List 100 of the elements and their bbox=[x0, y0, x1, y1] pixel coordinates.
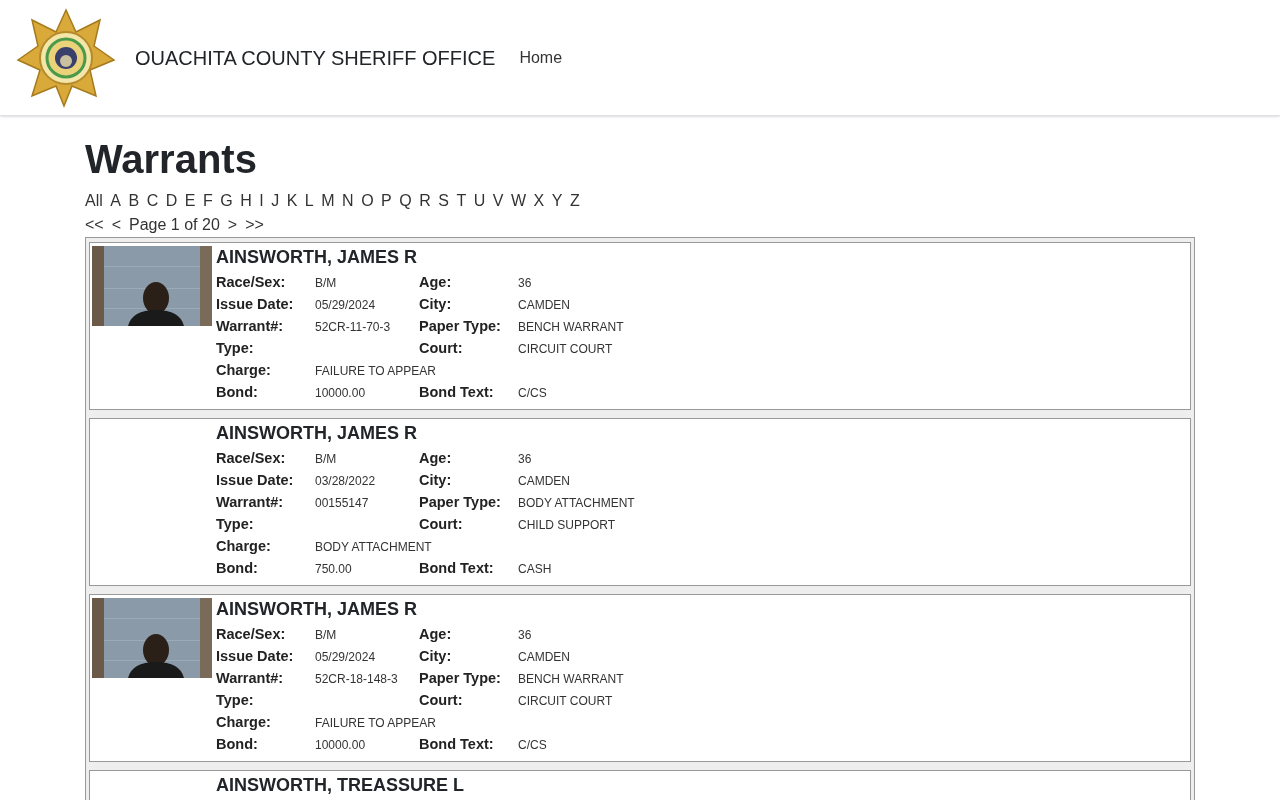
person-name: AINSWORTH, JAMES R bbox=[216, 246, 418, 268]
letter-link[interactable]: F bbox=[202, 189, 213, 213]
field-value: FAILURE TO APPEAR bbox=[315, 364, 436, 378]
field-value: C/CS bbox=[518, 738, 547, 752]
letter-link[interactable]: N bbox=[342, 189, 354, 213]
field-label: Type: bbox=[216, 692, 254, 709]
field-value: BODY ATTACHMENT bbox=[315, 540, 432, 554]
field-label: Court: bbox=[419, 692, 463, 709]
field-label: City: bbox=[419, 648, 452, 665]
field-label: Age: bbox=[419, 274, 452, 291]
field-label: Issue Date: bbox=[216, 472, 294, 489]
letter-link[interactable]: R bbox=[419, 189, 431, 213]
field-label: Type: bbox=[216, 516, 254, 533]
previous-page-link[interactable]: < bbox=[111, 213, 122, 237]
field-value: CIRCUIT COURT bbox=[518, 342, 613, 356]
person-name: AINSWORTH, TREASSURE L bbox=[216, 774, 464, 796]
letter-link[interactable]: I bbox=[259, 189, 264, 213]
field-label: City: bbox=[419, 296, 452, 313]
field-value: BODY ATTACHMENT bbox=[518, 496, 635, 510]
field-value: B/M bbox=[315, 452, 337, 466]
field-value: 36 bbox=[518, 628, 532, 642]
letter-link[interactable]: B bbox=[128, 189, 140, 213]
letter-link[interactable]: J bbox=[271, 189, 280, 213]
field-label: Court: bbox=[419, 516, 463, 533]
field-value: 10000.00 bbox=[315, 386, 366, 400]
field-label: Issue Date: bbox=[216, 648, 294, 665]
field-label: Warrant#: bbox=[216, 494, 284, 511]
field-value: 750.00 bbox=[315, 562, 352, 576]
person-name: AINSWORTH, JAMES R bbox=[216, 598, 418, 620]
letter-link[interactable]: W bbox=[510, 189, 527, 213]
letter-link[interactable]: X bbox=[533, 189, 545, 213]
field-value: CASH bbox=[518, 562, 552, 576]
field-label: Bond Text: bbox=[419, 736, 494, 753]
field-label: Bond: bbox=[216, 736, 258, 753]
field-value: B/M bbox=[315, 628, 337, 642]
field-value: 10000.00 bbox=[315, 738, 366, 752]
field-value: 36 bbox=[518, 452, 532, 466]
field-label: Type: bbox=[216, 340, 254, 357]
field-label: Bond Text: bbox=[419, 384, 494, 401]
field-label: Age: bbox=[419, 626, 452, 643]
field-label: Race/Sex: bbox=[216, 626, 286, 643]
field-label: Bond Text: bbox=[419, 560, 494, 577]
first-page-link[interactable]: << bbox=[85, 213, 104, 237]
page-indicator: Page 1 of 20 bbox=[129, 215, 220, 235]
field-label: Paper Type: bbox=[419, 494, 501, 511]
letter-link[interactable]: Y bbox=[551, 189, 563, 213]
nav-link[interactable]: Home bbox=[519, 45, 563, 70]
field-value: 05/29/2024 bbox=[315, 650, 376, 664]
field-value: 03/28/2022 bbox=[315, 474, 376, 488]
field-label: Issue Date: bbox=[216, 296, 294, 313]
field-label: Charge: bbox=[216, 362, 271, 379]
letter-link[interactable]: T bbox=[456, 189, 467, 213]
letter-link[interactable]: K bbox=[286, 189, 298, 213]
letter-link[interactable]: Q bbox=[399, 189, 412, 213]
field-label: Age: bbox=[419, 450, 452, 467]
page-title: Warrants bbox=[85, 139, 258, 179]
letter-link[interactable]: A bbox=[110, 189, 121, 213]
field-value: FAILURE TO APPEAR bbox=[315, 716, 436, 730]
field-value: 00155147 bbox=[315, 496, 369, 510]
field-value: 36 bbox=[518, 276, 532, 290]
letter-link[interactable]: S bbox=[438, 189, 449, 213]
letter-link[interactable]: U bbox=[473, 189, 486, 213]
field-value: 52CR-11-70-3 bbox=[315, 320, 391, 334]
field-label: Race/Sex: bbox=[216, 450, 286, 467]
letter-link[interactable]: L bbox=[304, 189, 314, 213]
letter-link[interactable]: E bbox=[184, 189, 196, 213]
field-label: Paper Type: bbox=[419, 670, 501, 687]
field-value: BENCH WARRANT bbox=[518, 320, 624, 334]
field-value: B/M bbox=[315, 276, 337, 290]
field-label: Warrant#: bbox=[216, 318, 284, 335]
field-label: Warrant#: bbox=[216, 670, 284, 687]
letter-link[interactable]: M bbox=[321, 189, 335, 213]
letter-link[interactable]: H bbox=[240, 189, 252, 213]
field-value: 52CR-18-148-3 bbox=[315, 672, 398, 686]
letter-link[interactable]: G bbox=[220, 189, 233, 213]
field-label: Paper Type: bbox=[419, 318, 501, 335]
letter-link[interactable]: C bbox=[146, 189, 159, 213]
letter-link[interactable]: O bbox=[361, 189, 374, 213]
field-value: BENCH WARRANT bbox=[518, 672, 624, 686]
letter-link[interactable]: V bbox=[492, 189, 504, 213]
field-label: Charge: bbox=[216, 538, 271, 555]
field-value: CAMDEN bbox=[518, 298, 570, 312]
field-value: CAMDEN bbox=[518, 474, 570, 488]
field-value: 05/29/2024 bbox=[315, 298, 376, 312]
field-value: CAMDEN bbox=[518, 650, 570, 664]
field-value: C/CS bbox=[518, 386, 547, 400]
field-label: Charge: bbox=[216, 714, 271, 731]
person-name: AINSWORTH, JAMES R bbox=[216, 422, 418, 444]
next-page-link[interactable]: > bbox=[227, 213, 238, 237]
field-value: CIRCUIT COURT bbox=[518, 694, 613, 708]
field-value: CHILD SUPPORT bbox=[518, 518, 616, 532]
letter-link[interactable]: All bbox=[85, 189, 103, 213]
letter-link[interactable]: D bbox=[165, 189, 178, 213]
letter-link[interactable]: P bbox=[381, 189, 392, 213]
field-label: Race/Sex: bbox=[216, 274, 286, 291]
letter-link[interactable]: Z bbox=[569, 189, 580, 213]
last-page-link[interactable]: >> bbox=[245, 213, 264, 237]
site-title[interactable]: OUACHITA COUNTY SHERIFF OFFICE bbox=[135, 42, 496, 73]
field-label: Bond: bbox=[216, 384, 258, 401]
field-label: City: bbox=[419, 472, 452, 489]
